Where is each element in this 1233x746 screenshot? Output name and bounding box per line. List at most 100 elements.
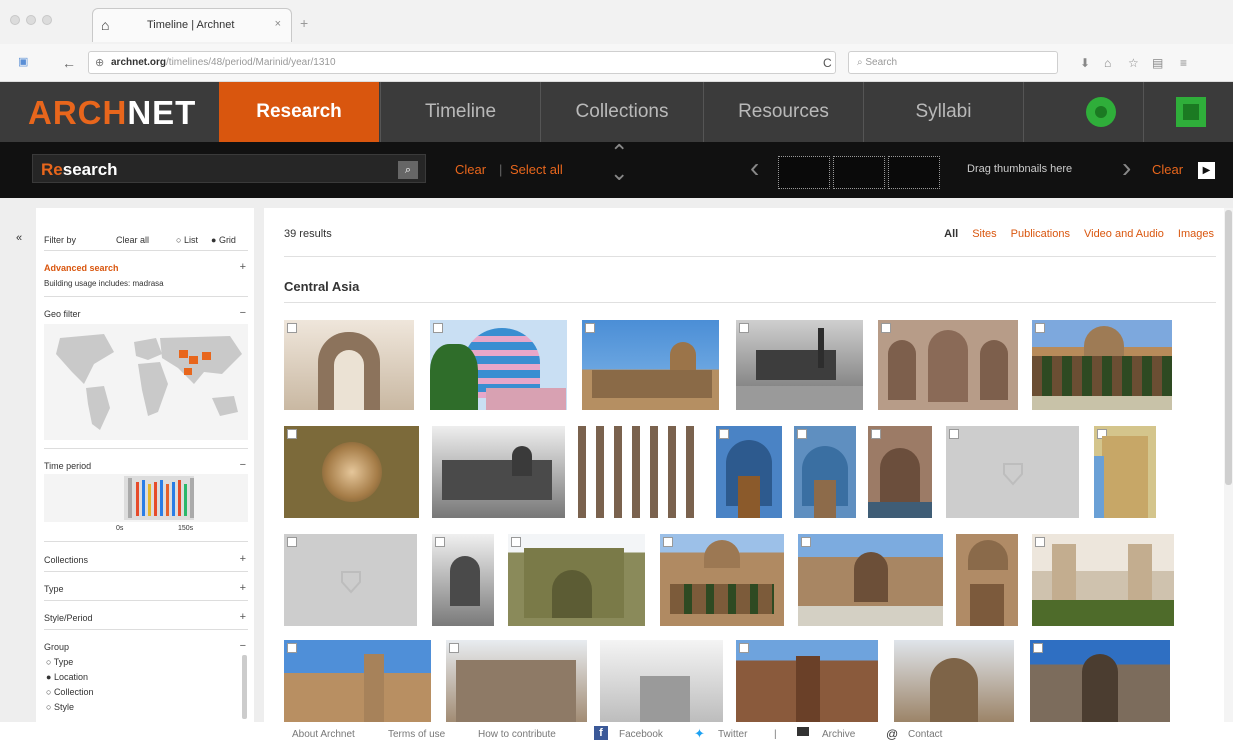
result-thumbnail[interactable] bbox=[508, 534, 645, 626]
expand-icon[interactable]: + bbox=[240, 261, 246, 273]
expand-icon[interactable]: + bbox=[240, 553, 246, 565]
select-checkbox[interactable] bbox=[1035, 323, 1045, 333]
facebook-link[interactable]: Facebook bbox=[619, 729, 663, 740]
result-thumbnail[interactable] bbox=[432, 426, 565, 518]
drop-slot[interactable] bbox=[778, 156, 830, 189]
contribute-link[interactable]: How to contribute bbox=[478, 729, 556, 740]
select-checkbox[interactable] bbox=[871, 429, 881, 439]
tab-collections[interactable]: Collections bbox=[540, 82, 703, 142]
expand-icon[interactable]: + bbox=[240, 582, 246, 594]
back-arrow-icon[interactable]: ← bbox=[62, 55, 76, 71]
reading-list-icon[interactable]: ▤ bbox=[1152, 56, 1163, 70]
collections-filter[interactable]: Collections bbox=[44, 555, 88, 565]
result-thumbnail[interactable] bbox=[1094, 426, 1156, 518]
group-option-location[interactable]: ● Location bbox=[46, 672, 88, 682]
collapse-icon[interactable]: − bbox=[240, 459, 246, 471]
play-icon[interactable]: ▶ bbox=[1198, 162, 1215, 179]
clear-all-link[interactable]: Clear all bbox=[116, 235, 149, 245]
user-tab[interactable] bbox=[1143, 82, 1233, 142]
select-checkbox[interactable] bbox=[739, 323, 749, 333]
download-icon[interactable]: ⬇ bbox=[1080, 56, 1090, 70]
scroll-thumb[interactable] bbox=[1225, 210, 1232, 485]
select-checkbox[interactable] bbox=[287, 429, 297, 439]
result-thumbnail[interactable] bbox=[582, 320, 719, 410]
result-thumbnail[interactable] bbox=[660, 534, 784, 626]
drop-slot[interactable] bbox=[833, 156, 885, 189]
contact-link[interactable]: Contact bbox=[908, 729, 942, 740]
style-period-filter[interactable]: Style/Period bbox=[44, 613, 93, 623]
result-thumbnail[interactable] bbox=[432, 534, 494, 626]
select-checkbox[interactable] bbox=[585, 323, 595, 333]
url-field[interactable]: ⊕ archnet.org/timelines/48/period/Marini… bbox=[88, 51, 836, 74]
result-thumbnail[interactable] bbox=[446, 640, 587, 722]
clear-selection-button[interactable]: Clear bbox=[1152, 162, 1183, 177]
select-checkbox[interactable] bbox=[287, 323, 297, 333]
new-tab-icon[interactable]: + bbox=[300, 15, 308, 31]
select-checkbox[interactable] bbox=[739, 643, 749, 653]
result-thumbnail[interactable] bbox=[430, 320, 567, 410]
expand-icon[interactable]: + bbox=[240, 611, 246, 623]
chevron-left-icon[interactable]: ‹ bbox=[750, 152, 759, 184]
result-thumbnail[interactable] bbox=[798, 534, 943, 626]
chevron-right-icon[interactable]: › bbox=[1122, 152, 1131, 184]
about-link[interactable]: About Archnet bbox=[292, 729, 355, 740]
filter-publications[interactable]: Publications bbox=[1011, 228, 1070, 240]
terms-link[interactable]: Terms of use bbox=[388, 729, 445, 740]
group-option-style[interactable]: ○ Style bbox=[46, 702, 74, 712]
collapse-sidebar-icon[interactable]: « bbox=[16, 232, 22, 244]
twitter-icon[interactable]: ✦ bbox=[694, 726, 705, 742]
site-info-icon[interactable]: ⊕ bbox=[95, 56, 104, 69]
result-thumbnail[interactable] bbox=[736, 640, 878, 722]
result-thumbnail[interactable] bbox=[284, 534, 417, 626]
page-scrollbar[interactable] bbox=[1224, 208, 1233, 722]
chevron-down-icon[interactable]: ⌄ bbox=[610, 160, 628, 186]
result-thumbnail[interactable] bbox=[894, 640, 1014, 722]
filter-images[interactable]: Images bbox=[1178, 228, 1214, 240]
select-checkbox[interactable] bbox=[1035, 537, 1045, 547]
result-thumbnail[interactable] bbox=[1032, 320, 1172, 410]
filter-all[interactable]: All bbox=[944, 228, 958, 240]
reload-icon[interactable]: C bbox=[823, 56, 832, 70]
window-minimize-dot[interactable] bbox=[26, 15, 36, 25]
result-thumbnail[interactable] bbox=[878, 320, 1018, 410]
home-icon[interactable]: ⌂ bbox=[1104, 56, 1111, 70]
archnet-logo[interactable]: ARCHNET bbox=[28, 94, 196, 132]
twitter-link[interactable]: Twitter bbox=[718, 729, 747, 740]
result-thumbnail[interactable] bbox=[284, 640, 431, 722]
select-checkbox[interactable] bbox=[719, 429, 729, 439]
result-thumbnail[interactable] bbox=[736, 320, 863, 410]
facebook-icon[interactable]: f bbox=[594, 726, 608, 740]
collapse-icon[interactable]: − bbox=[240, 640, 246, 652]
select-checkbox[interactable] bbox=[449, 643, 459, 653]
select-checkbox[interactable] bbox=[801, 537, 811, 547]
select-checkbox[interactable] bbox=[287, 537, 297, 547]
advanced-search-link[interactable]: Advanced search bbox=[44, 263, 119, 273]
result-thumbnail[interactable] bbox=[794, 426, 856, 518]
world-map[interactable] bbox=[44, 324, 248, 440]
tab-syllabi[interactable]: Syllabi bbox=[863, 82, 1023, 142]
drop-slot[interactable] bbox=[888, 156, 940, 189]
select-checkbox[interactable] bbox=[287, 643, 297, 653]
result-thumbnail[interactable] bbox=[716, 426, 782, 518]
menu-icon[interactable]: ≡ bbox=[1180, 56, 1187, 70]
result-thumbnail[interactable] bbox=[946, 426, 1079, 518]
select-checkbox[interactable] bbox=[511, 537, 521, 547]
archive-icon[interactable] bbox=[797, 727, 809, 736]
time-period-chart[interactable] bbox=[44, 474, 248, 522]
select-checkbox[interactable] bbox=[881, 323, 891, 333]
select-all-button[interactable]: Select all bbox=[510, 162, 563, 177]
close-tab-icon[interactable]: × bbox=[275, 18, 281, 30]
select-checkbox[interactable] bbox=[435, 537, 445, 547]
collapse-icon[interactable]: − bbox=[240, 307, 246, 319]
filter-video-audio[interactable]: Video and Audio bbox=[1084, 228, 1164, 240]
group-scrollbar[interactable] bbox=[242, 655, 247, 719]
browser-tab[interactable]: ⌂ Timeline | Archnet × bbox=[92, 8, 292, 42]
result-thumbnail[interactable] bbox=[578, 426, 704, 518]
group-option-collection[interactable]: ○ Collection bbox=[46, 687, 93, 697]
list-view-toggle[interactable]: ○ List bbox=[176, 235, 198, 245]
result-thumbnail[interactable] bbox=[284, 320, 414, 410]
window-zoom-dot[interactable] bbox=[42, 15, 52, 25]
at-icon[interactable]: @ bbox=[886, 727, 898, 741]
select-checkbox[interactable] bbox=[1033, 643, 1043, 653]
type-filter[interactable]: Type bbox=[44, 584, 64, 594]
